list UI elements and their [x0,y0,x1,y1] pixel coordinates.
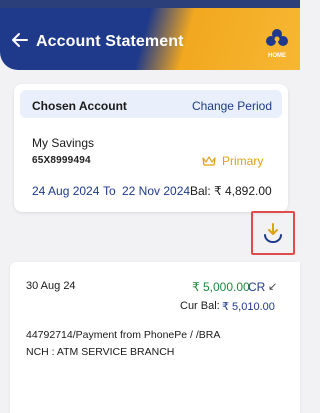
page-title: Account Statement [36,33,184,50]
transaction-card[interactable]: 30 Aug 24 ₹ 5,000.00 CR ↙ Cur Bal: ₹ 5,0… [10,262,300,413]
credit-arrow-icon: ↙ [268,281,278,293]
chosen-account-label: Chosen Account [32,99,127,113]
current-balance-label: Cur Bal: [180,300,220,312]
back-button[interactable] [10,30,30,50]
account-balance: Bal: ₹ 4,892.00 [190,184,272,198]
description-line-2: NCH : ATM SERVICE BRANCH [26,346,175,358]
primary-badge: Primary [202,154,263,168]
account-number: 65X8999494 [32,155,91,166]
account-card: Chosen Account Change Period My Savings … [14,84,288,212]
transaction-type: CR [248,280,266,294]
home-button[interactable]: HOME [262,26,292,60]
status-band [0,0,300,8]
download-statement-button[interactable] [251,211,295,255]
chosen-account-bar: Chosen Account Change Period [20,90,282,118]
crown-icon [202,156,216,166]
transaction-amount: ₹ 5,000.00 [192,280,250,294]
period-start-date: 24 Aug 2024 [32,184,100,198]
transaction-description: 44792714/Payment from PhonePe / /BRA NCH… [26,327,286,361]
app-header: Account Statement HOME [0,0,300,70]
period-end-date: 22 Nov 2024 [122,184,191,198]
account-name: My Savings [32,136,95,150]
home-label: HOME [268,53,286,59]
arrow-left-icon [12,33,28,47]
current-balance-value: ₹ 5,010.00 [222,301,275,313]
transaction-date: 30 Aug 24 [26,280,76,292]
change-period-link[interactable]: Change Period [192,99,272,113]
description-line-1: 44792714/Payment from PhonePe / /BRA [26,329,221,341]
primary-label: Primary [222,154,264,168]
home-logo-icon [266,29,288,46]
period-to-word: To [103,184,116,198]
download-icon [264,223,282,243]
